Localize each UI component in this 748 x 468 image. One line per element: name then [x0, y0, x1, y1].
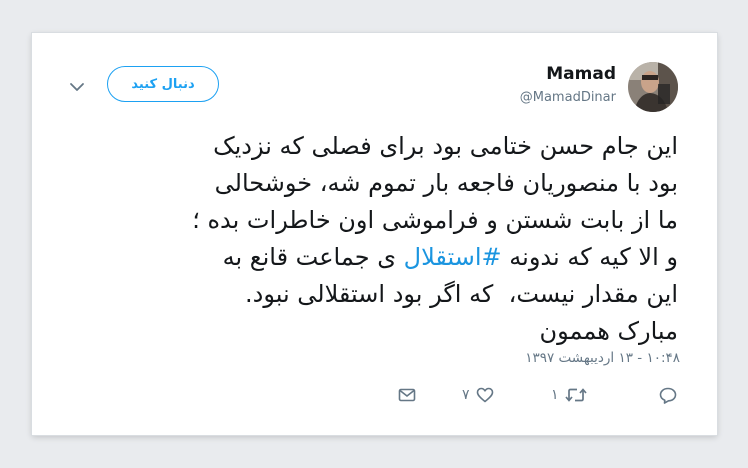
heart-icon[interactable]: [476, 387, 494, 403]
reply-icon[interactable]: [659, 387, 677, 404]
follow-button[interactable]: دنبال کنید: [107, 66, 219, 102]
like-action[interactable]: ۷: [462, 387, 494, 403]
envelope-icon[interactable]: [398, 387, 416, 403]
retweet-icon[interactable]: [564, 387, 587, 403]
tweet-card: دنبال کنید Mamad @MamadDinar این جام حسن…: [32, 33, 717, 435]
chevron-down-icon[interactable]: [69, 79, 85, 93]
reply-action[interactable]: [659, 387, 677, 404]
tweet-timestamp[interactable]: ۱۰:۴۸ - ۱۳ اردیبهشت ۱۳۹۷: [525, 350, 680, 366]
retweet-count: ۱: [551, 387, 559, 403]
avatar[interactable]: [628, 62, 678, 112]
author-name[interactable]: Mamad: [546, 64, 616, 84]
retweet-action[interactable]: ۱: [551, 387, 587, 403]
message-action[interactable]: [398, 387, 416, 403]
like-count: ۷: [462, 387, 470, 403]
author-handle[interactable]: @MamadDinar: [520, 90, 616, 105]
hashtag-link[interactable]: #استقلال: [404, 243, 502, 271]
tweet-text: این جام حسن ختامی بود برای فصلی که نزدیک…: [192, 132, 678, 345]
